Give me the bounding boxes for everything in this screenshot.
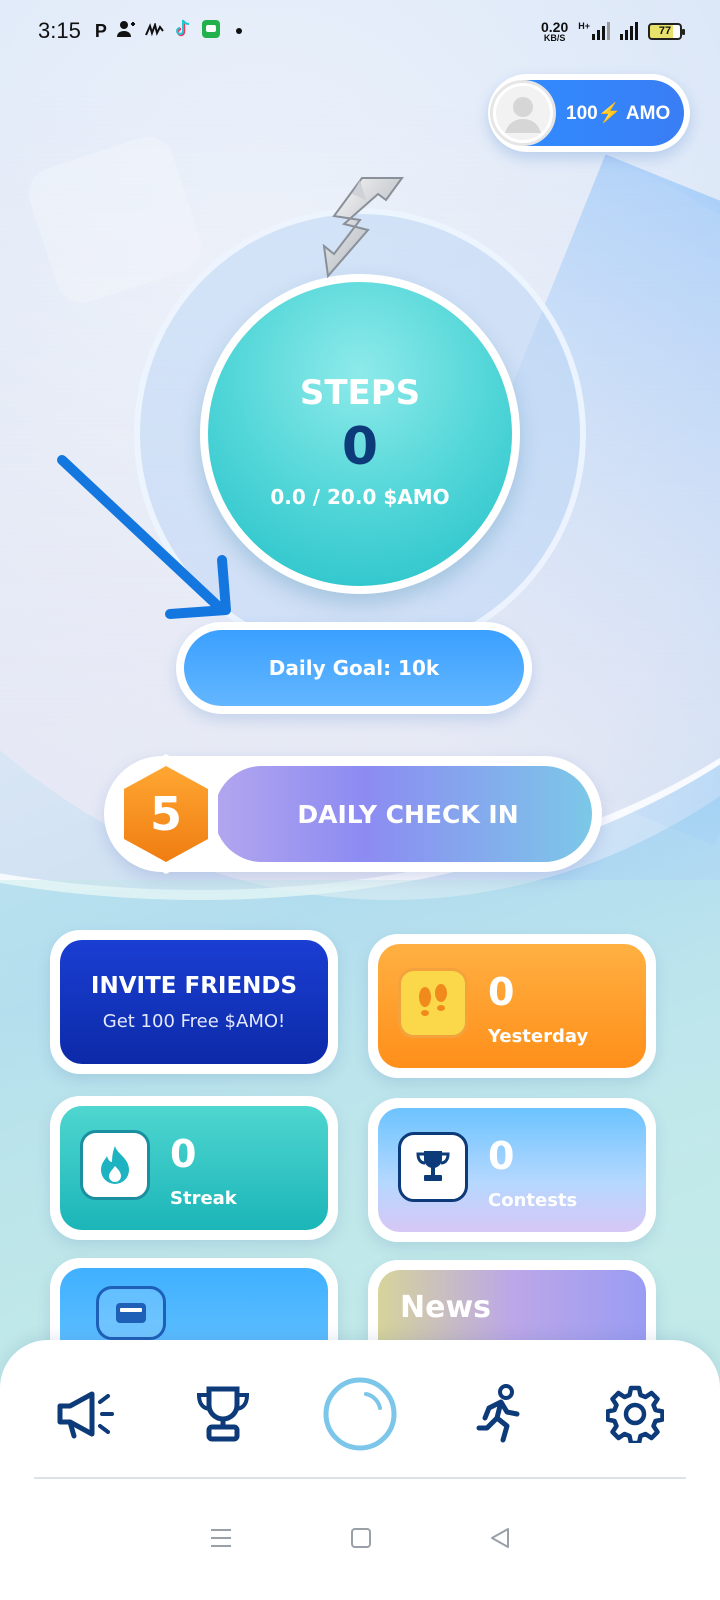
yesterday-label: Yesterday [488,1026,589,1047]
trophy-icon [398,1132,468,1202]
contests-card[interactable]: 0 Contests [368,1098,656,1242]
nav-divider [34,1477,686,1479]
daily-goal-button[interactable]: Daily Goal: 10k [176,622,532,714]
flame-icon [80,1130,150,1200]
invite-friends-card[interactable]: INVITE FRIENDS Get 100 Free $AMO! [50,930,338,1074]
messages-icon [201,19,221,44]
status-bar: 3:15 P 0.20 KB/S H+ 77 [0,0,720,62]
balance-pill[interactable]: 100⚡ AMO [488,74,690,152]
nav-settings[interactable] [590,1376,680,1452]
system-nav [0,1508,720,1568]
streak-value: 0 [170,1132,197,1176]
arrow-annotation [57,455,231,619]
check-in-day: 5 [149,787,182,841]
footsteps-icon [398,968,468,1038]
balance-label: 100⚡ AMO [566,103,671,124]
signal-icon: H+ [578,22,610,40]
gear-icon [606,1385,664,1443]
home-button-icon[interactable] [350,1527,372,1549]
back-icon[interactable] [489,1527,511,1549]
streak-card[interactable]: 0 Streak [50,1096,338,1240]
parking-icon: P [94,20,107,41]
nav-activity[interactable] [453,1376,543,1452]
nav-home[interactable] [315,1376,405,1452]
steps-count: 0 [341,417,379,477]
yesterday-card[interactable]: 0 Yesterday [368,934,656,1078]
menu-icon[interactable] [209,1527,233,1549]
yesterday-value: 0 [488,970,515,1014]
person-add-icon [116,20,136,43]
avatar[interactable] [490,80,556,146]
steps-earned: 0.0 / 20.0 $AMO [270,485,450,509]
home-circle-icon [323,1377,397,1451]
steps-title: STEPS [299,373,421,413]
runner-icon [476,1384,519,1443]
net-speed: 0.20 KB/S [540,18,569,43]
amo-logo-icon [322,177,404,279]
invite-title: INVITE FRIENDS [90,972,298,999]
daily-goal-label: Daily Goal: 10k [268,656,440,680]
tiktok-icon [174,19,192,44]
news-title: News [400,1290,492,1325]
contests-value: 0 [488,1134,515,1178]
trophy-icon [196,1386,249,1442]
invite-subtitle: Get 100 Free $AMO! [102,1010,286,1032]
signature-icon [144,21,165,42]
notification-icons: P [95,19,242,44]
streak-label: Streak [170,1188,237,1209]
nav-leaderboard[interactable] [178,1376,268,1452]
daily-check-in-label: DAILY CHECK IN [297,799,519,829]
contests-label: Contests [488,1190,578,1211]
battery-icon: 77 [648,22,685,40]
megaphone-icon [57,1391,114,1439]
wallet-icon [96,1286,166,1340]
more-notifications-dot [235,28,242,34]
nav-announcements[interactable] [40,1376,130,1452]
status-time: 3:15 [38,18,81,43]
check-in-day-badge: 5 [104,752,228,876]
signal-icon-2 [620,22,638,40]
